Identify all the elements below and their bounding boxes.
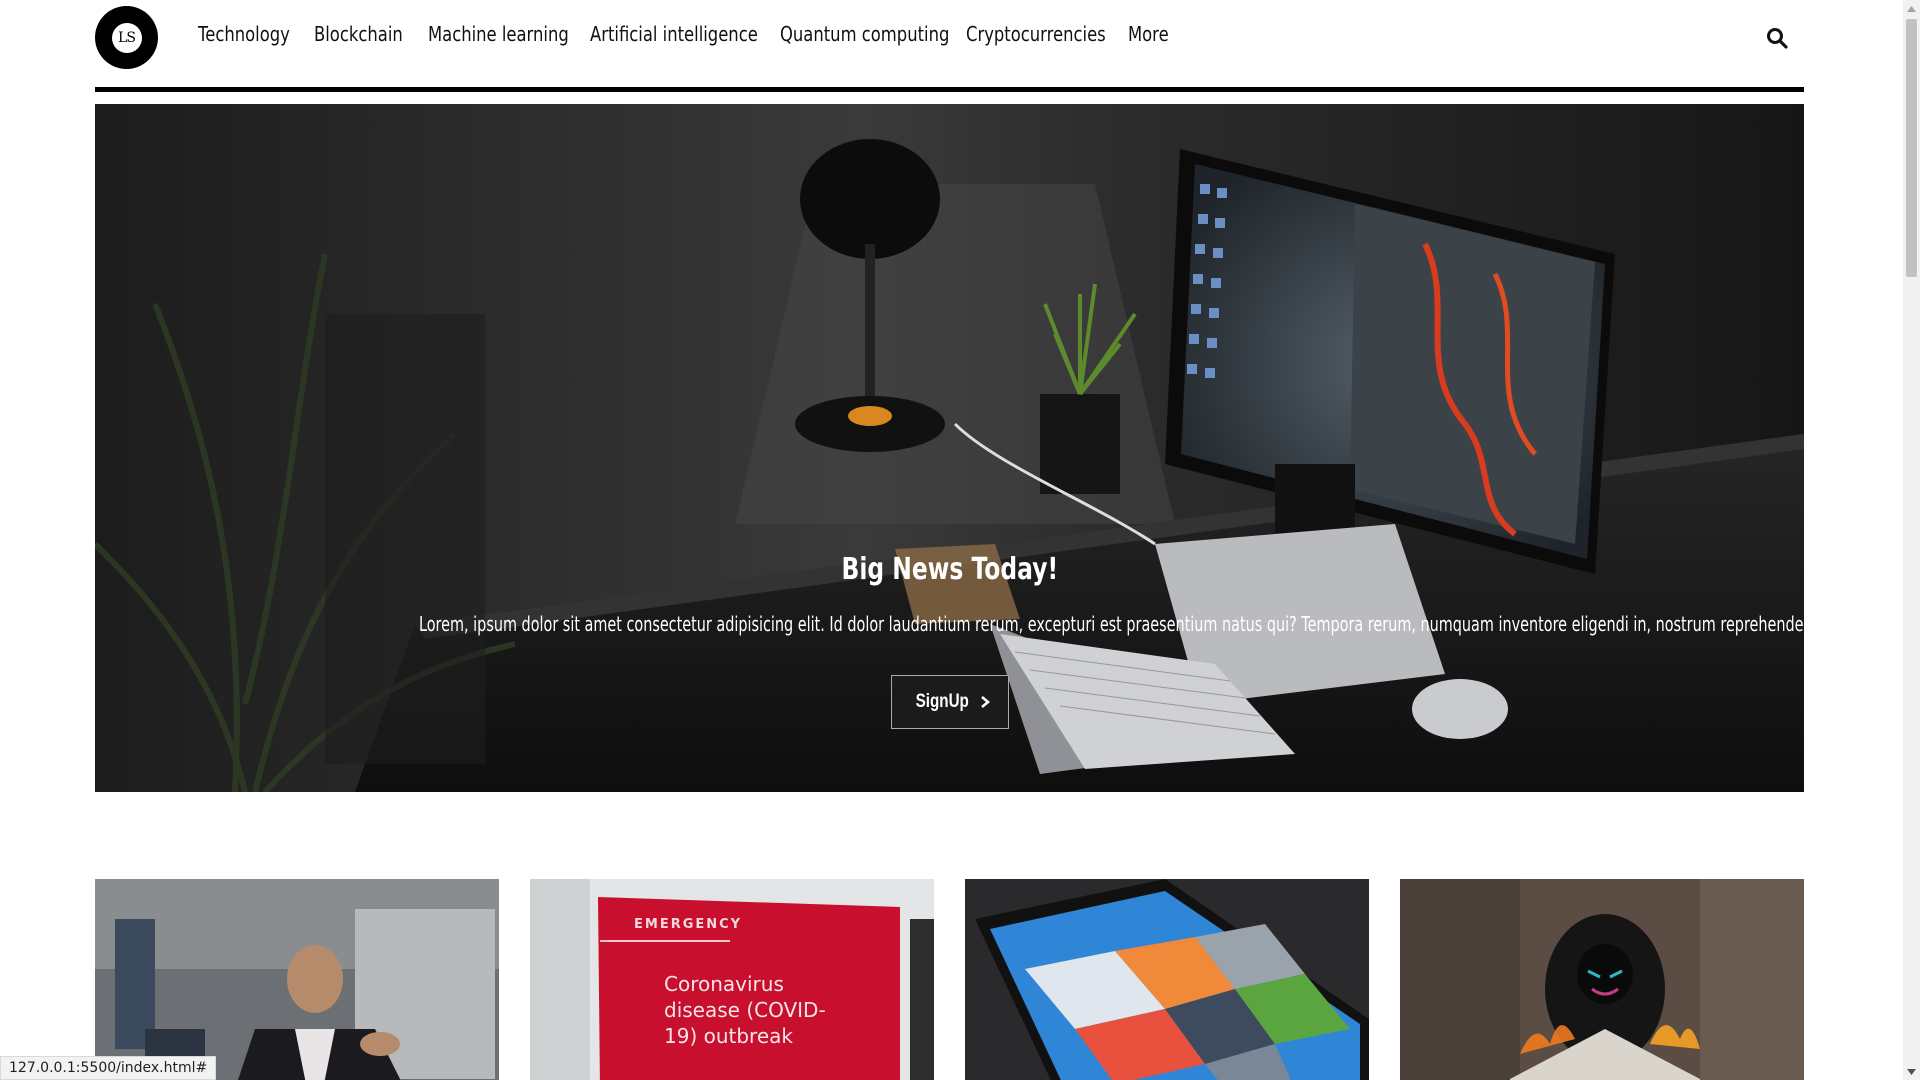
card-sign-line-2: disease (COVID- <box>664 998 826 1022</box>
article-cards: EMERGENCY Coronavirus disease (COVID- 19… <box>95 879 1804 1080</box>
hero-banner: Big News Today! Lorem, ipsum dolor sit a… <box>95 104 1804 792</box>
scrollbar-thumb[interactable] <box>1906 19 1917 277</box>
status-url: 127.0.0.1:5500/index.html# <box>9 1060 208 1076</box>
scroll-up-button[interactable] <box>1903 0 1920 17</box>
signup-button[interactable]: SignUp <box>891 675 1009 729</box>
nav-item-blockchain[interactable]: Blockchain <box>314 22 403 46</box>
search-button[interactable] <box>1765 26 1789 50</box>
scroll-up-arrow-icon <box>1907 5 1916 12</box>
main-nav: Technology Blockchain Machine learning A… <box>198 22 1169 46</box>
page: LS Technology Blockchain Machine learnin… <box>95 0 1804 1080</box>
card-sign-line-1: Coronavirus <box>664 972 784 996</box>
vertical-scrollbar[interactable] <box>1903 0 1920 1080</box>
card-image-emergency-sign: EMERGENCY Coronavirus disease (COVID- 19… <box>530 879 934 1080</box>
hero-description: Lorem, ipsum dolor sit amet consectetur … <box>418 612 1804 636</box>
scroll-down-button[interactable] <box>1903 1063 1920 1080</box>
signup-button-label: SignUp <box>915 691 969 712</box>
card-image-tablet <box>965 879 1369 1080</box>
site-header: LS Technology Blockchain Machine learnin… <box>95 0 1804 92</box>
card-image-hooded-figure <box>1400 879 1804 1080</box>
browser-status-bar: 127.0.0.1:5500/index.html# <box>0 1056 217 1080</box>
nav-item-artificial-intelligence[interactable]: Artificial intelligence <box>590 22 758 46</box>
nav-item-more[interactable]: More <box>1128 22 1169 46</box>
nav-item-cryptocurrencies[interactable]: Cryptocurrencies <box>966 22 1106 46</box>
nav-item-quantum-computing[interactable]: Quantum computing <box>780 22 949 46</box>
card-image-speaker <box>95 879 499 1080</box>
article-card-4[interactable] <box>1400 879 1804 1080</box>
site-logo[interactable]: LS <box>95 6 158 69</box>
search-icon <box>1767 28 1788 49</box>
chevron-right-icon <box>981 696 991 708</box>
article-card-1[interactable] <box>95 879 499 1080</box>
scroll-down-arrow-icon <box>1907 1068 1916 1075</box>
card-sign-header: EMERGENCY <box>634 917 742 932</box>
nav-item-technology[interactable]: Technology <box>198 22 290 46</box>
hero-title: Big News Today! <box>841 552 1058 587</box>
logo-text: LS <box>111 22 142 53</box>
article-card-3[interactable] <box>965 879 1369 1080</box>
article-card-2[interactable]: EMERGENCY Coronavirus disease (COVID- 19… <box>530 879 934 1080</box>
nav-item-machine-learning[interactable]: Machine learning <box>428 22 569 46</box>
card-sign-line-3: 19) outbreak <box>664 1024 793 1048</box>
